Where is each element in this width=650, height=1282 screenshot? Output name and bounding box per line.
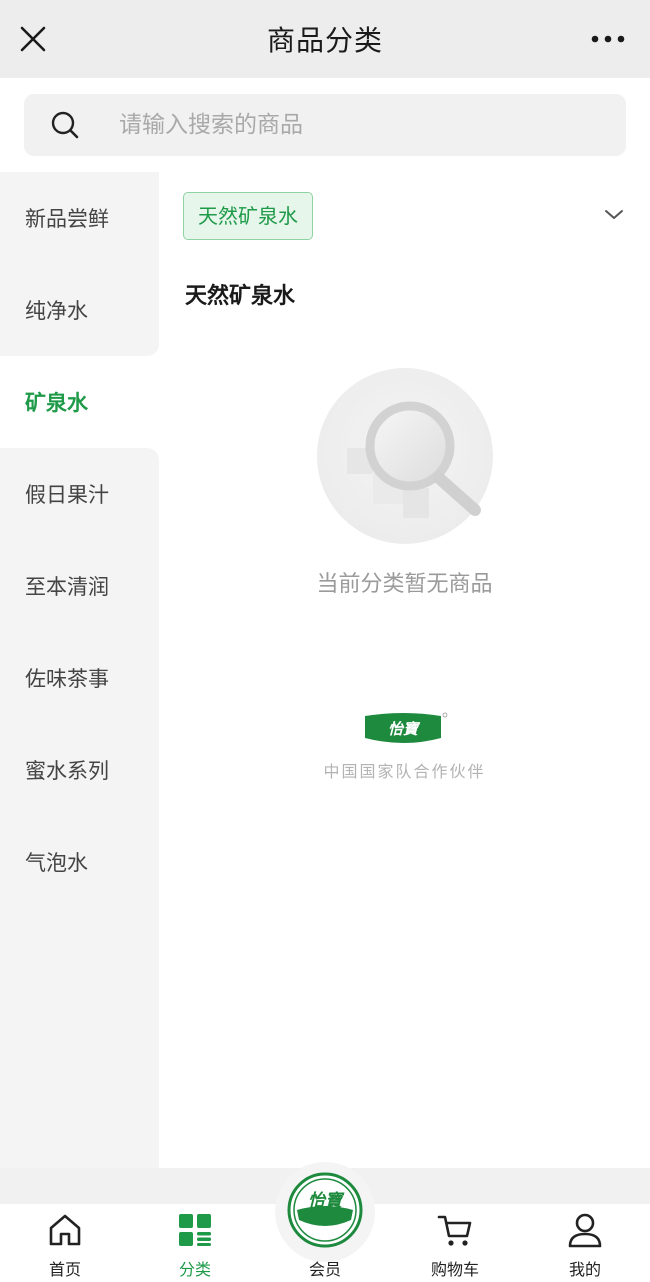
sidebar-item-purified-water[interactable]: 纯净水 bbox=[0, 264, 159, 356]
tab-label: 分类 bbox=[178, 1260, 211, 1279]
brand-logo-icon: 怡寶 bbox=[287, 1172, 363, 1248]
user-icon bbox=[568, 1213, 602, 1248]
svg-text:怡寶: 怡寶 bbox=[308, 1191, 345, 1211]
brand-logo-icon: 怡寶 bbox=[365, 712, 448, 743]
category-sidebar: 新品尝鲜 纯净水 矿泉水 假日果汁 至本清润 佐味茶事 蜜水系列 气泡水 bbox=[0, 172, 159, 1168]
brand-caption: 中国国家队合作伙伴 bbox=[323, 762, 486, 781]
sidebar-item-juice[interactable]: 假日果汁 bbox=[0, 448, 159, 540]
tab-member[interactable]: 怡寶 会员 bbox=[275, 1162, 375, 1282]
category-grid-icon bbox=[179, 1214, 211, 1246]
cart-icon bbox=[437, 1215, 472, 1246]
bottom-tab-bar: 首页 分类 怡寶 会员 购物车 我的 bbox=[0, 1162, 650, 1282]
search-area: 请输入搜索的商品 bbox=[0, 78, 650, 172]
sidebar-item-label: 气泡水 bbox=[25, 851, 88, 875]
empty-state-text: 当前分类暂无商品 bbox=[316, 572, 493, 597]
sidebar-item-label: 蜜水系列 bbox=[25, 759, 109, 783]
search-placeholder: 请输入搜索的商品 bbox=[119, 112, 303, 138]
sidebar-item-zhiben[interactable]: 至本清润 bbox=[0, 540, 159, 632]
tab-cart[interactable]: 购物车 bbox=[405, 1204, 505, 1282]
sidebar-item-label: 纯净水 bbox=[25, 299, 88, 323]
top-bar: 商品分类 bbox=[0, 0, 650, 78]
tab-label: 我的 bbox=[568, 1260, 601, 1279]
sidebar-item-new[interactable]: 新品尝鲜 bbox=[0, 172, 159, 264]
tab-home[interactable]: 首页 bbox=[15, 1204, 115, 1282]
sidebar-item-label: 假日果汁 bbox=[25, 483, 109, 507]
sidebar-item-sparkling-water[interactable]: 气泡水 bbox=[0, 816, 159, 908]
sidebar-item-mineral-water[interactable]: 矿泉水 bbox=[0, 356, 159, 448]
tab-profile[interactable]: 我的 bbox=[535, 1204, 635, 1282]
home-icon bbox=[49, 1214, 81, 1246]
sidebar-item-label: 佐味茶事 bbox=[25, 667, 109, 691]
subcategory-chip[interactable]: 天然矿泉水 bbox=[183, 192, 313, 240]
tab-category[interactable]: 分类 bbox=[145, 1204, 245, 1282]
sidebar-item-honey-water[interactable]: 蜜水系列 bbox=[0, 724, 159, 816]
section-title: 天然矿泉水 bbox=[185, 284, 296, 309]
close-icon[interactable] bbox=[16, 22, 50, 56]
category-content: 天然矿泉水 天然矿泉水 当前分类暂无商品 怡寶 中国国家队合作伙伴 bbox=[159, 172, 650, 1168]
svg-text:怡寶: 怡寶 bbox=[388, 720, 421, 738]
tab-label: 会员 bbox=[308, 1260, 341, 1279]
sidebar-item-label: 矿泉水 bbox=[25, 391, 88, 415]
sidebar-item-tea[interactable]: 佐味茶事 bbox=[0, 632, 159, 724]
tab-label: 购物车 bbox=[430, 1260, 479, 1279]
empty-magnifier-icon bbox=[317, 368, 493, 544]
sidebar-item-label: 新品尝鲜 bbox=[25, 207, 109, 231]
sidebar-item-label: 至本清润 bbox=[25, 575, 109, 599]
more-dots-icon[interactable] bbox=[588, 28, 628, 50]
search-icon bbox=[51, 111, 79, 139]
tab-label: 首页 bbox=[48, 1260, 81, 1279]
chevron-down-icon[interactable] bbox=[604, 208, 624, 222]
search-input[interactable]: 请输入搜索的商品 bbox=[24, 94, 626, 156]
page-title: 商品分类 bbox=[266, 24, 383, 57]
